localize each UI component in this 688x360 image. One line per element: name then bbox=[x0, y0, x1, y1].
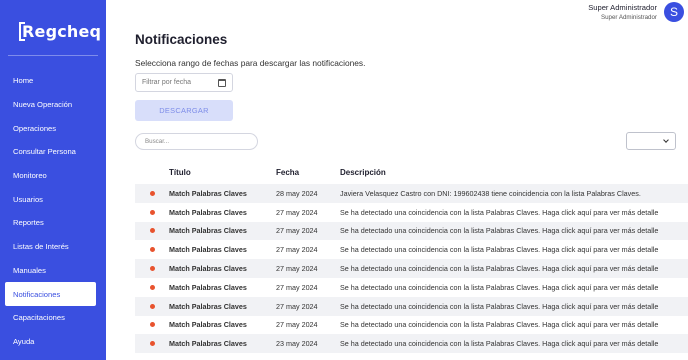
status-dot-icon bbox=[149, 209, 155, 215]
row-title: Match Palabras Claves bbox=[169, 245, 247, 255]
table-row[interactable]: Match Palabras Claves 27 may 2024 Se ha de… bbox=[135, 259, 688, 278]
sidebar-item-manuales[interactable]: Manuales bbox=[0, 259, 106, 283]
row-description[interactable]: Se ha detectado una coincidencia con la … bbox=[340, 245, 688, 254]
row-title: Match Palabras Claves bbox=[169, 301, 247, 311]
search-input[interactable]: Buscar... bbox=[135, 133, 258, 150]
row-title: Match Palabras Claves bbox=[169, 282, 247, 292]
search-placeholder: Buscar... bbox=[145, 138, 170, 145]
status-dot-icon bbox=[149, 190, 155, 196]
status-cell bbox=[135, 228, 169, 234]
row-title: Match Palabras Claves bbox=[169, 226, 247, 236]
status-dot-icon bbox=[149, 303, 155, 309]
sidebar-item-listas-de-interes[interactable]: Listas de Interés bbox=[0, 235, 106, 259]
table-header: Título Fecha Descripción bbox=[135, 160, 688, 184]
logo-text: Regcheq bbox=[22, 22, 102, 41]
date-filter-input[interactable]: Filtrar por fecha bbox=[135, 73, 233, 92]
table-row[interactable]: Match Palabras Claves 27 may 2024 Se ha de… bbox=[135, 316, 688, 335]
row-title: Match Palabras Claves bbox=[169, 264, 247, 274]
row-date: 27 may 2024 bbox=[276, 245, 318, 255]
row-title: Match Palabras Claves bbox=[169, 207, 247, 217]
page-subtitle: Selecciona rango de fechas para descarga… bbox=[135, 58, 366, 68]
avatar[interactable]: S bbox=[664, 2, 684, 22]
sidebar-item-monitoreo[interactable]: Monitoreo bbox=[0, 164, 106, 188]
table-row[interactable]: Match Palabras Claves 28 may 2024 Javiera … bbox=[135, 184, 688, 203]
status-cell bbox=[135, 322, 169, 328]
table-row[interactable]: Match Palabras Claves 27 may 2024 Se ha de… bbox=[135, 221, 688, 241]
status-dot-icon bbox=[149, 284, 155, 290]
table-row[interactable]: Match Palabras Claves 27 may 2024 Se ha de… bbox=[135, 203, 688, 222]
row-title: Match Palabras Claves bbox=[169, 339, 247, 349]
row-description[interactable]: Javiera Velasquez Castro con DNI: 199602… bbox=[340, 189, 688, 198]
date-filter-placeholder: Filtrar por fecha bbox=[142, 79, 192, 86]
row-date: 27 may 2024 bbox=[276, 264, 318, 274]
row-description[interactable]: Se ha detectado una coincidencia con la … bbox=[340, 283, 688, 292]
sidebar-item-operaciones[interactable]: Operaciones bbox=[0, 116, 106, 140]
row-date: 27 may 2024 bbox=[276, 320, 318, 330]
sidebar-item-consultar-persona[interactable]: Consultar Persona bbox=[0, 140, 106, 164]
row-date: 27 may 2024 bbox=[276, 226, 318, 236]
sidebar-item-notificaciones[interactable]: Notificaciones bbox=[5, 282, 96, 306]
sidebar-item-nueva-operacion[interactable]: Nueva Operación bbox=[0, 93, 106, 117]
row-date: 27 may 2024 bbox=[276, 282, 318, 292]
table-row[interactable]: Match Palabras Claves 27 may 2024 Se ha de… bbox=[135, 296, 688, 316]
status-dot-icon bbox=[149, 322, 155, 328]
status-cell bbox=[135, 284, 169, 290]
row-description[interactable]: Se ha detectado una coincidencia con la … bbox=[340, 208, 688, 217]
sidebar-item-reportes[interactable]: Reportes bbox=[0, 211, 106, 235]
logo[interactable]: Regcheq bbox=[19, 22, 101, 41]
chevron-down-icon bbox=[663, 137, 669, 143]
row-description[interactable]: Se ha detectado una coincidencia con la … bbox=[340, 302, 688, 311]
column-header-title: Título bbox=[169, 167, 191, 177]
row-description[interactable]: Se ha detectado una coincidencia con la … bbox=[340, 320, 688, 329]
table-row[interactable]: Match Palabras Claves 27 may 2024 Se ha de… bbox=[135, 278, 688, 297]
table-row[interactable]: Match Palabras Claves 27 may 2024 Se ha de… bbox=[135, 240, 688, 259]
row-title: Match Palabras Claves bbox=[169, 320, 247, 330]
row-title: Match Palabras Claves bbox=[169, 188, 247, 198]
calendar-icon[interactable] bbox=[218, 78, 226, 87]
row-description[interactable]: Se ha detectado una coincidencia con la … bbox=[340, 339, 688, 348]
row-date: 28 may 2024 bbox=[276, 188, 318, 198]
download-button[interactable]: DESCARGAR bbox=[135, 100, 233, 121]
status-cell bbox=[135, 341, 169, 347]
table-body: Match Palabras Claves 28 may 2024 Javiera … bbox=[135, 184, 688, 354]
user-role: Super Administrador bbox=[600, 14, 657, 21]
sidebar-item-usuarios[interactable]: Usuarios bbox=[0, 187, 106, 211]
row-description[interactable]: Se ha detectado una coincidencia con la … bbox=[340, 226, 688, 235]
sidebar-item-capacitaciones[interactable]: Capacitaciones bbox=[0, 306, 106, 330]
status-dot-icon bbox=[149, 341, 155, 347]
notifications-table: Título Fecha Descripción Match Palabras … bbox=[135, 160, 688, 354]
user-menu[interactable]: Super Administrador Super Administrador … bbox=[588, 2, 684, 22]
page-title: Notificaciones bbox=[135, 32, 228, 47]
sidebar-item-home[interactable]: Home bbox=[0, 69, 106, 93]
row-date: 27 may 2024 bbox=[276, 207, 318, 217]
column-header-date: Fecha bbox=[276, 167, 300, 177]
status-cell bbox=[135, 209, 169, 215]
sidebar-item-ayuda[interactable]: Ayuda bbox=[0, 330, 106, 354]
sidebar-nav: Home Nueva Operación Operaciones Consultar … bbox=[0, 69, 106, 353]
column-header-description: Descripción bbox=[340, 167, 386, 177]
row-description[interactable]: Se ha detectado una coincidencia con la … bbox=[340, 264, 688, 273]
status-dot-icon bbox=[149, 266, 155, 272]
table-row[interactable]: Match Palabras Claves 23 may 2024 Se ha de… bbox=[135, 334, 688, 354]
status-dot-icon bbox=[149, 247, 155, 253]
status-cell bbox=[135, 266, 169, 272]
status-dot-icon bbox=[149, 228, 155, 234]
status-cell bbox=[135, 190, 169, 196]
row-date: 23 may 2024 bbox=[276, 339, 318, 349]
status-cell bbox=[135, 303, 169, 309]
sidebar: Regcheq Home Nueva Operación Operaciones Co… bbox=[0, 0, 106, 360]
user-name: Super Administrador bbox=[588, 3, 657, 12]
user-info: Super Administrador Super Administrador bbox=[588, 3, 657, 21]
row-date: 27 may 2024 bbox=[276, 301, 318, 311]
status-cell bbox=[135, 247, 169, 253]
page-size-select[interactable] bbox=[626, 132, 676, 150]
sidebar-divider bbox=[8, 55, 98, 56]
